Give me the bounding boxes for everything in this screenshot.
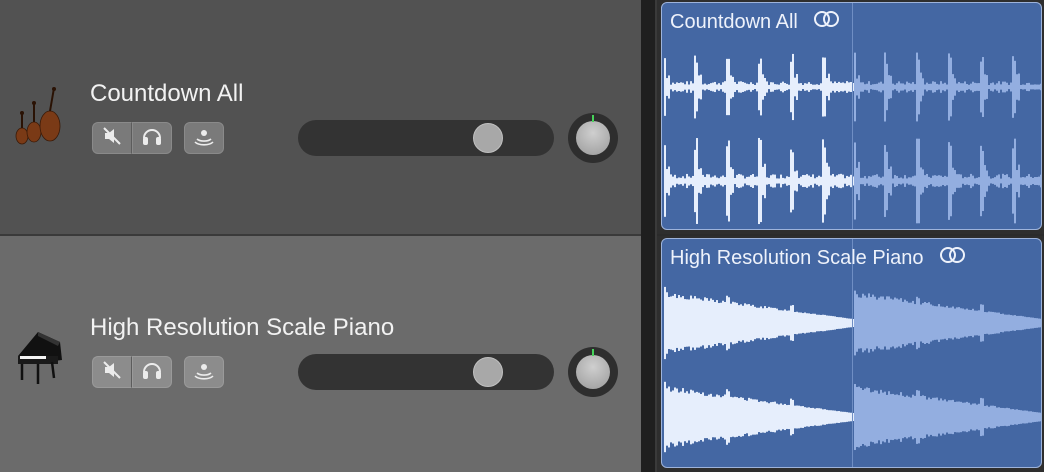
headphones-icon: [141, 125, 163, 152]
track-name[interactable]: High Resolution Scale Piano: [90, 314, 394, 342]
track-controls: [92, 122, 224, 154]
track-header-high-resolution-scale-piano[interactable]: High Resolution Scale Piano: [0, 236, 641, 472]
input-monitor-button[interactable]: [184, 122, 224, 154]
headphones-icon: [141, 359, 163, 386]
grand-piano-icon: [8, 326, 72, 390]
track-lane-countdown-all[interactable]: Countdown All: [657, 0, 1044, 234]
pan-knob[interactable]: [568, 347, 618, 397]
track-header-countdown-all[interactable]: Countdown All: [0, 0, 641, 234]
pan-indicator: [592, 349, 594, 356]
audio-region[interactable]: High Resolution Scale Piano: [661, 238, 1042, 468]
solo-button[interactable]: [132, 356, 172, 388]
track-headers: Countdown All High Resolution Scale Pian…: [0, 0, 641, 472]
pan-knob[interactable]: [568, 113, 618, 163]
volume-slider-thumb[interactable]: [472, 123, 503, 153]
loop-icon: [938, 245, 968, 271]
mute-icon: [101, 125, 123, 152]
audio-region[interactable]: Countdown All: [661, 2, 1042, 230]
input-monitor-icon: [193, 359, 215, 386]
input-monitor-icon: [193, 125, 215, 152]
volume-slider[interactable]: [298, 354, 554, 390]
track-controls: [92, 356, 224, 388]
mute-icon: [101, 359, 123, 386]
region-title-text: Countdown All: [670, 10, 798, 33]
pan-indicator: [592, 115, 594, 122]
track-lane-high-resolution-scale-piano[interactable]: High Resolution Scale Piano: [657, 236, 1044, 472]
loop-icon: [812, 9, 842, 35]
region-title-text: High Resolution Scale Piano: [670, 246, 924, 269]
pan-knob-cap: [576, 115, 610, 155]
volume-slider[interactable]: [298, 120, 554, 156]
mute-button[interactable]: [92, 356, 132, 388]
string-instruments-icon: [8, 86, 72, 150]
loop-boundary: [852, 239, 853, 467]
loop-boundary: [852, 3, 853, 229]
region-title[interactable]: Countdown All: [670, 9, 842, 35]
region-title[interactable]: High Resolution Scale Piano: [670, 245, 968, 271]
pan-knob-cap: [576, 349, 610, 389]
mute-button[interactable]: [92, 122, 132, 154]
volume-slider-thumb[interactable]: [472, 357, 503, 387]
input-monitor-button[interactable]: [184, 356, 224, 388]
track-name[interactable]: Countdown All: [90, 80, 243, 108]
solo-button[interactable]: [132, 122, 172, 154]
